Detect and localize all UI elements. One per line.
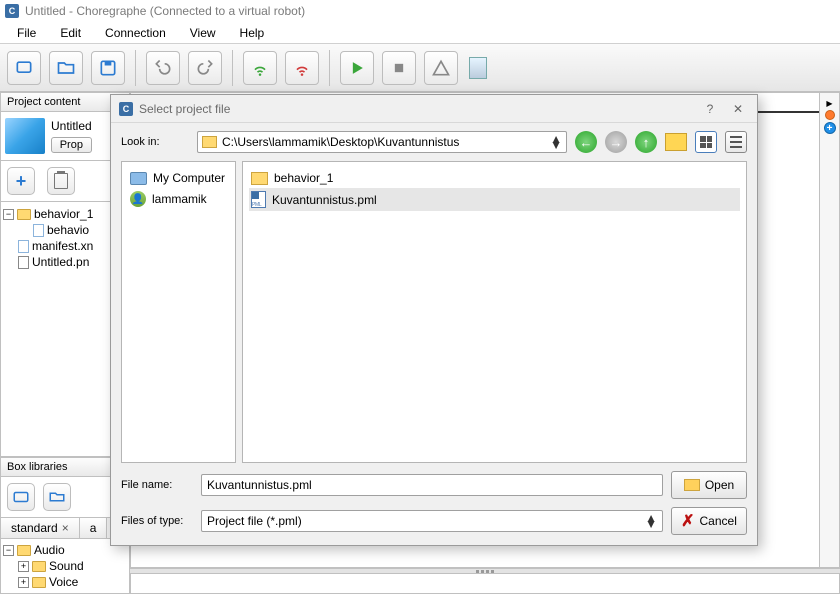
list-view-button[interactable]: [725, 131, 747, 153]
file-name-input[interactable]: [201, 474, 663, 496]
pml-file-icon: [251, 191, 266, 208]
disconnect-button[interactable]: [285, 51, 319, 85]
new-lib-button[interactable]: [7, 483, 35, 511]
dialog-title: Select project file: [139, 102, 230, 116]
grid-icon: [700, 136, 712, 148]
tree-row-untitled-pml[interactable]: Untitled.pn: [3, 254, 127, 270]
file-item-pml[interactable]: Kuvantunnistus.pml: [249, 188, 740, 211]
redo-button[interactable]: [188, 51, 222, 85]
folder-icon: [17, 545, 31, 556]
bottom-panel: [130, 574, 840, 594]
files-pane[interactable]: behavior_1 Kuvantunnistus.pml: [242, 161, 747, 463]
cancel-icon: ✗: [681, 511, 694, 531]
main-toolbar: [0, 44, 840, 92]
orange-dot-icon[interactable]: [825, 110, 835, 120]
open-folder-icon: [684, 479, 700, 491]
folder-icon: [32, 577, 46, 588]
gutter-marker-icon: ▶: [826, 99, 832, 108]
menu-help[interactable]: Help: [228, 23, 277, 43]
plus-icon: +: [16, 171, 27, 192]
file-type-label: Files of type:: [121, 515, 193, 527]
place-my-computer[interactable]: My Computer: [128, 168, 229, 188]
connect-button[interactable]: [243, 51, 277, 85]
menu-bar: File Edit Connection View Help: [0, 22, 840, 44]
volume-indicator-icon: [469, 57, 487, 79]
dropdown-icon[interactable]: ▲▼: [645, 515, 657, 527]
menu-edit[interactable]: Edit: [48, 23, 93, 43]
trash-icon: [54, 173, 68, 189]
places-pane[interactable]: My Computer 👤lammamik: [121, 161, 236, 463]
list-icon: [730, 136, 742, 148]
open-lib-button[interactable]: [43, 483, 71, 511]
expander-icon[interactable]: −: [3, 209, 14, 220]
dialog-help-button[interactable]: ?: [699, 100, 721, 118]
grid-view-button[interactable]: [695, 131, 717, 153]
undo-button[interactable]: [146, 51, 180, 85]
app-icon: C: [5, 4, 19, 18]
menu-view[interactable]: View: [178, 23, 228, 43]
nav-forward-button[interactable]: →: [605, 131, 627, 153]
expander-icon[interactable]: −: [3, 545, 14, 556]
folder-icon: [202, 136, 217, 148]
look-in-row: Look in: C:\Users\lammamik\Desktop\Kuvan…: [121, 131, 747, 153]
dialog-close-button[interactable]: ✕: [727, 100, 749, 118]
nav-back-button[interactable]: ←: [575, 131, 597, 153]
tree-row-manifest[interactable]: manifest.xn: [3, 238, 127, 254]
look-in-label: Look in:: [121, 136, 189, 148]
file-icon: [18, 240, 29, 253]
properties-button[interactable]: Prop: [51, 137, 92, 153]
close-icon[interactable]: ×: [62, 521, 69, 535]
boxlib-tree[interactable]: −Audio +Sound +Voice: [0, 539, 130, 594]
dropdown-icon[interactable]: ▲▼: [550, 136, 562, 148]
stop-button[interactable]: [382, 51, 416, 85]
file-icon: [33, 224, 44, 237]
right-gutter: ▶ +: [820, 92, 840, 568]
window-title: Untitled - Choregraphe (Connected to a v…: [25, 4, 305, 18]
expander-icon[interactable]: +: [18, 561, 29, 572]
place-user[interactable]: 👤lammamik: [128, 188, 229, 210]
tab-a[interactable]: a: [80, 518, 108, 538]
tree-row-behavior-file[interactable]: behavio: [3, 222, 127, 238]
lib-row-voice[interactable]: +Voice: [3, 574, 127, 590]
open-button[interactable]: Open: [671, 471, 747, 499]
dialog-title-bar[interactable]: C Select project file ? ✕: [111, 95, 757, 123]
open-project-button[interactable]: [49, 51, 83, 85]
file-item-behavior-folder[interactable]: behavior_1: [249, 168, 740, 188]
path-combo[interactable]: C:\Users\lammamik\Desktop\Kuvantunnistus…: [197, 131, 567, 153]
save-project-button[interactable]: [91, 51, 125, 85]
project-name: Untitled: [51, 119, 92, 133]
file-icon: [18, 256, 29, 269]
folder-icon: [17, 209, 31, 220]
new-project-button[interactable]: [7, 51, 41, 85]
debug-button[interactable]: [424, 51, 458, 85]
folder-icon: [251, 172, 268, 185]
computer-icon: [130, 172, 147, 185]
file-dialog: C Select project file ? ✕ Look in: C:\Us…: [110, 94, 758, 546]
file-type-select[interactable]: Project file (*.pml) ▲▼: [201, 510, 663, 532]
file-name-label: File name:: [121, 479, 193, 491]
add-button[interactable]: +: [7, 167, 35, 195]
title-bar: C Untitled - Choregraphe (Connected to a…: [0, 0, 840, 22]
lib-row-audio[interactable]: −Audio: [3, 542, 127, 558]
expander-icon[interactable]: +: [18, 577, 29, 588]
user-icon: 👤: [130, 191, 146, 207]
menu-file[interactable]: File: [5, 23, 48, 43]
tab-standard[interactable]: standard×: [1, 518, 80, 538]
tree-row-behavior-folder[interactable]: −behavior_1: [3, 206, 127, 222]
play-button[interactable]: [340, 51, 374, 85]
blue-add-icon[interactable]: +: [824, 122, 836, 134]
menu-connection[interactable]: Connection: [93, 23, 178, 43]
dialog-app-icon: C: [119, 102, 133, 116]
delete-button[interactable]: [47, 167, 75, 195]
folder-icon: [32, 561, 46, 572]
current-path: C:\Users\lammamik\Desktop\Kuvantunnistus: [222, 135, 459, 149]
cancel-button[interactable]: ✗Cancel: [671, 507, 747, 535]
lib-row-sound[interactable]: +Sound: [3, 558, 127, 574]
nav-up-button[interactable]: ↑: [635, 131, 657, 153]
new-folder-button[interactable]: [665, 133, 687, 151]
project-cube-icon: [5, 118, 45, 154]
